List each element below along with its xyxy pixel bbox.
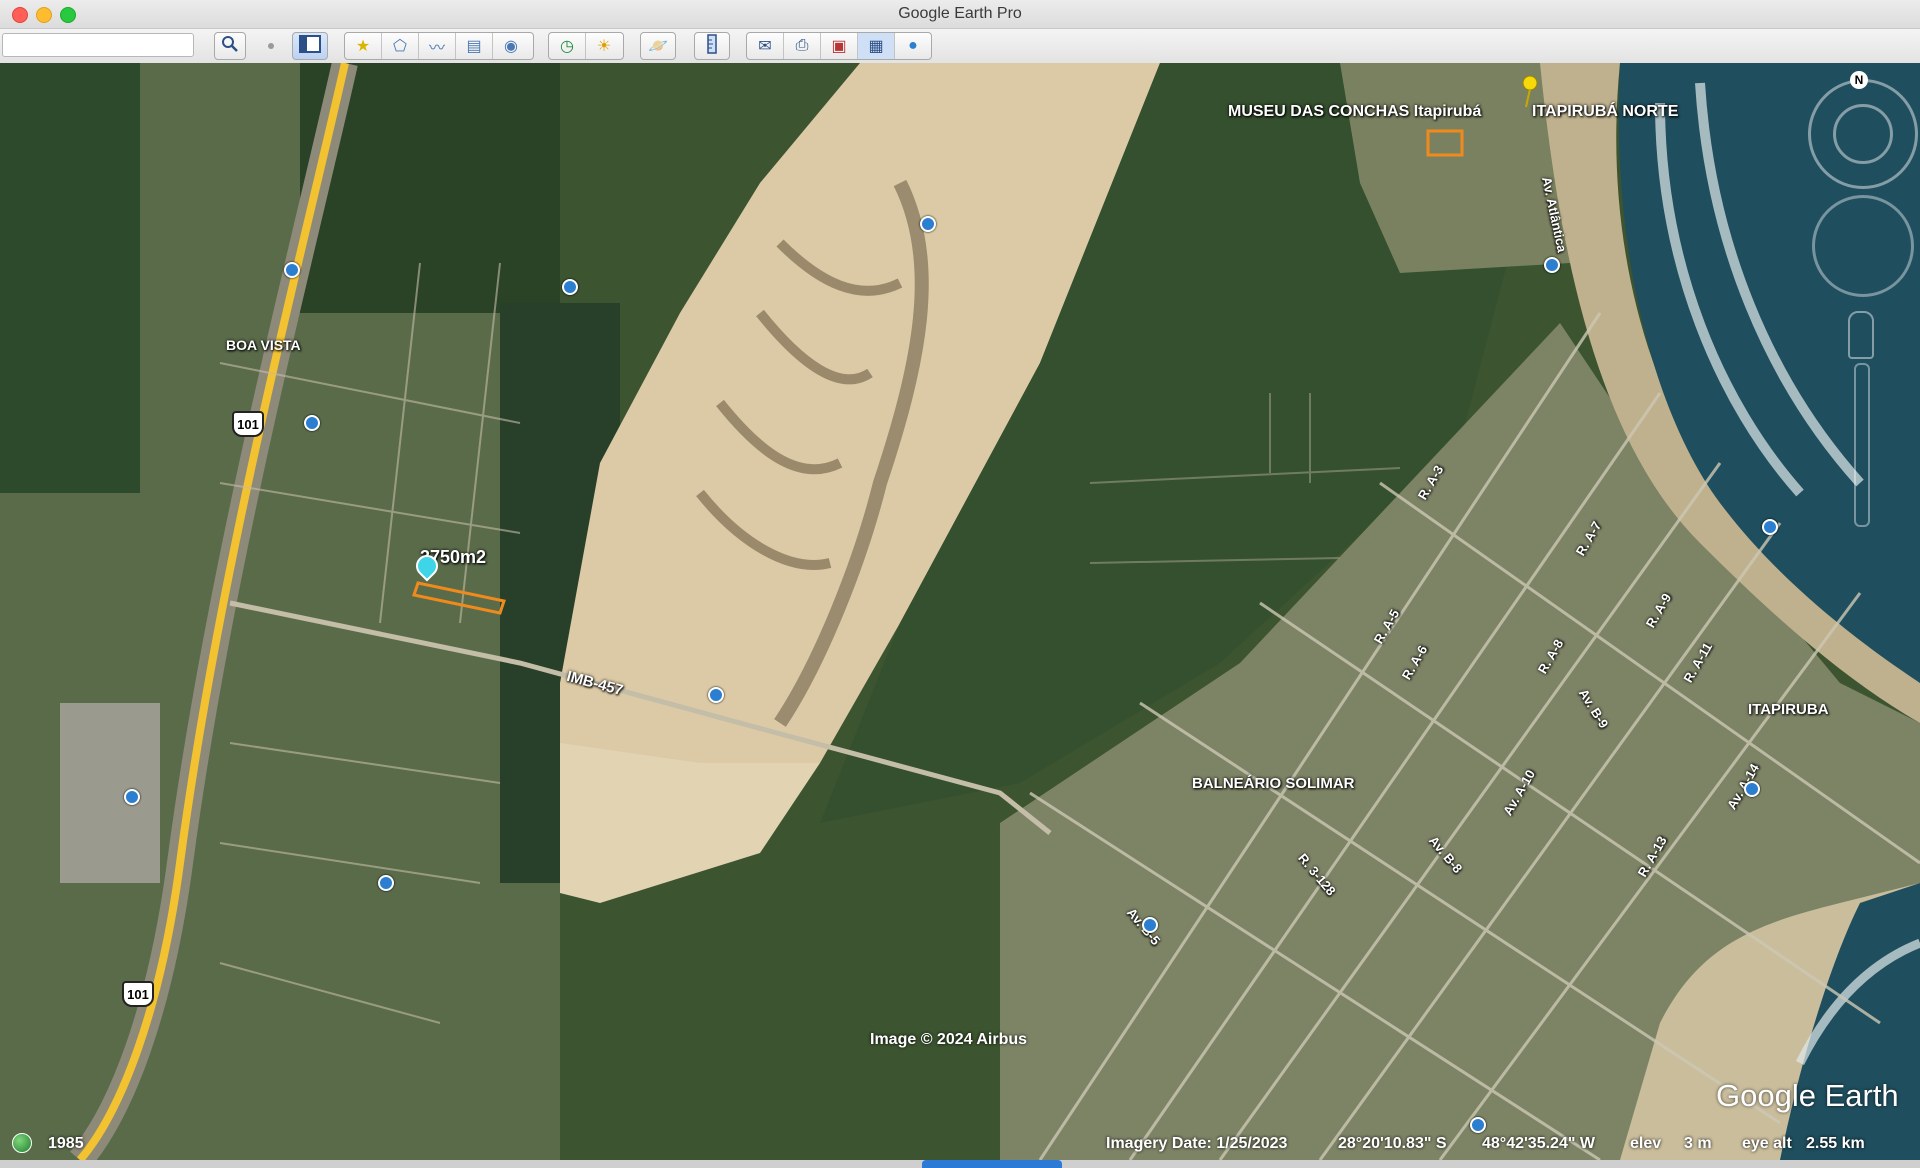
add-tools-group: ★ ⬠ 〰 ▤ ◉ xyxy=(344,32,534,60)
historical-year: 1985 xyxy=(48,1135,84,1152)
ruler-icon xyxy=(707,33,717,59)
add-polygon-button[interactable]: ⬠ xyxy=(382,33,419,59)
placemark-icon: ★ xyxy=(355,38,371,55)
look-joystick[interactable] xyxy=(1833,104,1893,164)
view-tools-group: ◷ ☀ xyxy=(548,32,624,60)
eye-alt-label: eye alt xyxy=(1742,1135,1792,1152)
search-button[interactable] xyxy=(214,32,246,60)
title-bar: Google Earth Pro xyxy=(0,0,1920,29)
label-balneario-solimar[interactable]: BALNEÁRIO SOLIMAR xyxy=(1192,775,1355,792)
street-view-pegman-icon[interactable] xyxy=(1848,311,1874,359)
historical-imagery-status-icon[interactable] xyxy=(12,1133,32,1153)
poi-marker[interactable] xyxy=(1744,781,1760,797)
record-tour-icon: ◉ xyxy=(504,38,518,55)
polygon-icon: ⬠ xyxy=(393,38,407,55)
historical-imagery-icon: ◷ xyxy=(560,38,574,55)
window-title: Google Earth Pro xyxy=(898,5,1022,22)
email-button[interactable]: ✉ xyxy=(747,33,784,59)
print-button[interactable]: ⎙ xyxy=(784,33,821,59)
label-itapiruba[interactable]: ITAPIRUBA xyxy=(1748,701,1829,718)
add-image-overlay-button[interactable]: ▤ xyxy=(456,33,493,59)
email-icon: ✉ xyxy=(758,38,772,55)
poi-marker[interactable] xyxy=(378,875,394,891)
highway-shield-upper: 101 xyxy=(232,411,264,437)
status-bar: 1985 Imagery Date: 1/25/2023 28°20'10.83… xyxy=(0,1125,1920,1160)
add-path-button[interactable]: 〰 xyxy=(419,33,456,59)
add-placemark-button[interactable]: ★ xyxy=(345,33,382,59)
save-image-icon: ▣ xyxy=(831,38,847,55)
google-earth-globe-button[interactable]: ● xyxy=(895,33,931,59)
view-in-maps-icon: ▦ xyxy=(868,38,884,55)
path-icon: 〰 xyxy=(428,40,445,57)
poi-marker[interactable] xyxy=(708,687,724,703)
save-image-button[interactable]: ▣ xyxy=(821,33,858,59)
label-boa-vista[interactable]: BOA VISTA xyxy=(226,337,301,353)
label-itapiruba-norte[interactable]: ITAPIRUBÁ NORTE xyxy=(1532,103,1678,121)
compass-north-indicator[interactable]: N xyxy=(1850,71,1868,89)
elevation-label: elev xyxy=(1630,1135,1662,1152)
pushpin-icon[interactable] xyxy=(1520,75,1540,109)
search-input[interactable] xyxy=(2,33,194,57)
navigation-compass[interactable] xyxy=(1808,79,1918,189)
historical-imagery-button[interactable]: ◷ xyxy=(549,33,586,59)
sunlight-button[interactable]: ☀ xyxy=(586,33,622,59)
move-joystick[interactable] xyxy=(1812,195,1914,297)
poi-marker[interactable] xyxy=(1762,519,1778,535)
longitude-readout: 48°42'35.24" W xyxy=(1482,1135,1595,1152)
planets-icon: 🪐 xyxy=(648,38,668,55)
ruler-button[interactable] xyxy=(694,32,730,60)
google-earth-globe-icon: ● xyxy=(908,37,918,54)
view-in-maps-button[interactable]: ▦ xyxy=(858,33,895,59)
sunlight-icon: ☀ xyxy=(596,38,612,55)
record-tour-button[interactable]: ◉ xyxy=(493,33,529,59)
highway-shield-lower: 101 xyxy=(122,981,154,1007)
planets-button[interactable]: 🪐 xyxy=(640,32,676,60)
imagery-copyright: Image © 2024 Airbus xyxy=(870,1031,1028,1048)
toolbar-separator xyxy=(268,43,274,49)
map-view[interactable]: MUSEU DAS CONCHAS Itapirubá ITAPIRUBÁ NO… xyxy=(0,63,1920,1160)
toolbar: ★ ⬠ 〰 ▤ ◉ ◷ ☀ 🪐 ✉ ⎙ ▣ ▦ ● xyxy=(0,29,1920,64)
google-earth-logo: Google Earth xyxy=(1716,1078,1899,1113)
eye-alt-value: 2.55 km xyxy=(1806,1135,1865,1152)
poi-marker[interactable] xyxy=(1544,257,1560,273)
share-tools-group: ✉ ⎙ ▣ ▦ ● xyxy=(746,32,932,60)
poi-marker[interactable] xyxy=(124,789,140,805)
bottom-scroll-thumb[interactable] xyxy=(922,1160,1062,1168)
poi-marker[interactable] xyxy=(562,279,578,295)
sidebar-toggle-button[interactable] xyxy=(292,32,328,60)
poi-marker[interactable] xyxy=(284,262,300,278)
bottom-scroll-strip xyxy=(0,1160,1920,1168)
print-icon: ⎙ xyxy=(795,37,809,54)
poi-marker[interactable] xyxy=(1142,917,1158,933)
image-overlay-icon: ▤ xyxy=(466,38,482,55)
elevation-value: 3 m xyxy=(1684,1135,1712,1152)
satellite-imagery xyxy=(0,63,1920,1160)
app-window: Google Earth Pro ★ ⬠ 〰 ▤ ◉ ◷ ☀ 🪐 ✉ ⎙ ▣ ▦… xyxy=(0,0,1920,1168)
imagery-date: Imagery Date: 1/25/2023 xyxy=(1106,1135,1288,1152)
poi-marker[interactable] xyxy=(920,216,936,232)
sidebar-toggle-icon xyxy=(299,34,321,58)
search-icon xyxy=(221,35,239,58)
label-museu-das-conchas[interactable]: MUSEU DAS CONCHAS Itapirubá xyxy=(1228,103,1481,121)
zoom-slider[interactable] xyxy=(1854,363,1870,527)
poi-marker[interactable] xyxy=(304,415,320,431)
latitude-readout: 28°20'10.83" S xyxy=(1338,1135,1447,1152)
